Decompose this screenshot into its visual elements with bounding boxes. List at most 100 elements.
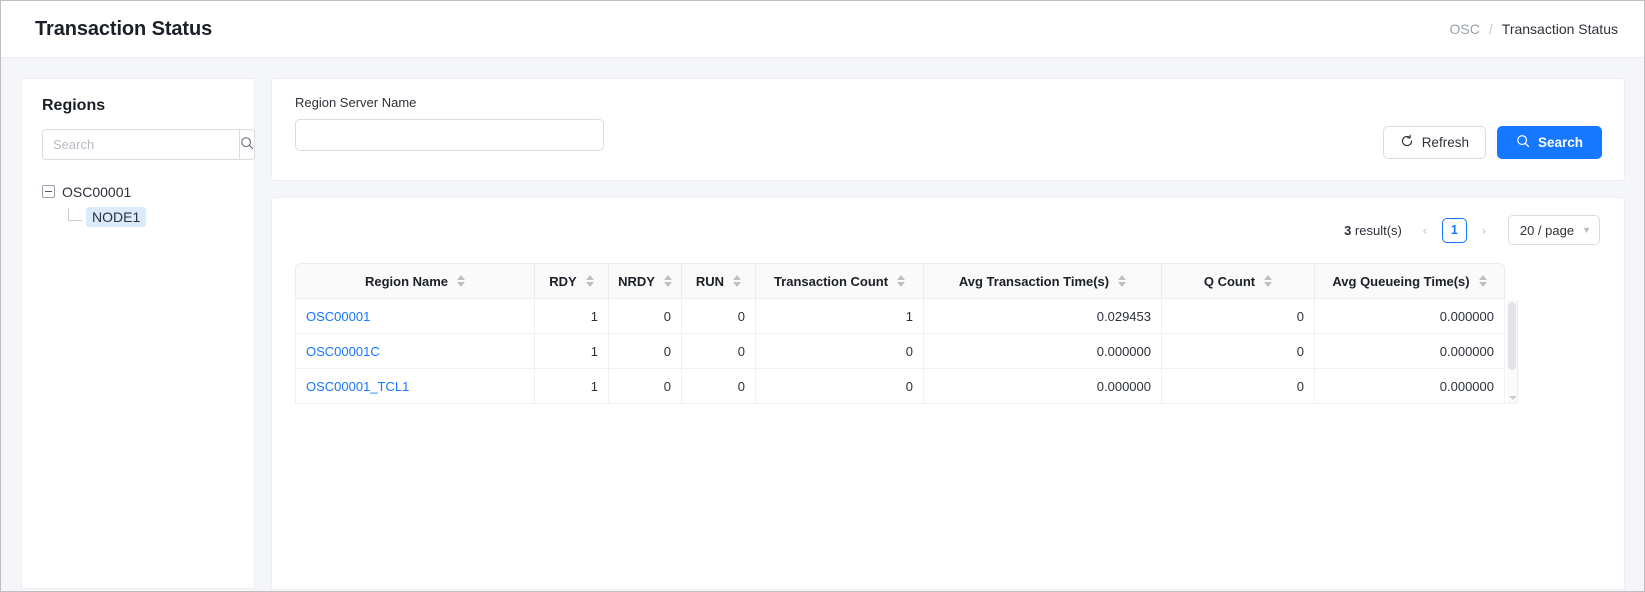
column-header-avg_q_time[interactable]: Avg Queueing Time(s): [1315, 263, 1505, 299]
sort-icon[interactable]: [1118, 275, 1126, 287]
page-header: Transaction Status OSC / Transaction Sta…: [1, 1, 1644, 58]
page-size-select[interactable]: 20 / page ▼: [1508, 215, 1600, 245]
page-body: Regions OSC00001: [1, 58, 1644, 591]
pagination: 3 result(s) ‹ 1 › 20 / page ▼: [295, 214, 1602, 246]
cell-run: 0: [682, 369, 756, 404]
column-header-rdy[interactable]: RDY: [535, 263, 609, 299]
transaction-status-table: Region Name RDY NRDY RUN Transaction Count Av…: [295, 263, 1505, 404]
refresh-button-label: Refresh: [1422, 135, 1469, 150]
cell-region_name[interactable]: OSC00001: [295, 299, 535, 334]
table-row[interactable]: OSC0000110010.02945300.000000: [295, 299, 1505, 334]
refresh-icon: [1400, 134, 1414, 151]
region-server-name-field-group: Region Server Name: [295, 95, 604, 151]
tree-node-child-label[interactable]: NODE1: [86, 207, 146, 227]
chevron-right-icon[interactable]: ›: [1477, 223, 1491, 238]
breadcrumb-current: Transaction Status: [1502, 21, 1618, 37]
column-header-txn_count[interactable]: Transaction Count: [756, 263, 924, 299]
scroll-down-arrow-icon[interactable]: [1509, 396, 1517, 400]
sort-icon[interactable]: [457, 275, 465, 287]
search-icon: [240, 136, 254, 153]
chevron-left-icon[interactable]: ‹: [1418, 223, 1432, 238]
result-count: 3 result(s): [1344, 223, 1402, 238]
table-vertical-scrollbar[interactable]: [1507, 300, 1518, 404]
minus-square-icon[interactable]: [42, 185, 55, 198]
table-scroll-container: Region Name RDY NRDY RUN Transaction Count Av…: [295, 263, 1523, 404]
region-name-link[interactable]: OSC00001C: [306, 344, 380, 359]
column-header-label: NRDY: [618, 274, 655, 289]
scrollbar-thumb[interactable]: [1508, 302, 1516, 370]
cell-avg_txn_time: 0.000000: [924, 334, 1162, 369]
cell-avg_txn_time: 0.029453: [924, 299, 1162, 334]
region-search-button[interactable]: [239, 129, 255, 160]
tree-node-root-label: OSC00001: [62, 184, 131, 200]
sort-icon[interactable]: [1264, 275, 1272, 287]
cell-avg_txn_time: 0.000000: [924, 369, 1162, 404]
column-header-region_name[interactable]: Region Name: [295, 263, 535, 299]
cell-avg_q_time: 0.000000: [1315, 299, 1505, 334]
table-row[interactable]: OSC00001_TCL110000.00000000.000000: [295, 369, 1505, 404]
breadcrumb-separator: /: [1489, 21, 1493, 37]
search-button-label: Search: [1538, 135, 1583, 150]
column-header-label: Avg Queueing Time(s): [1332, 274, 1469, 289]
region-server-name-input[interactable]: [295, 119, 604, 151]
cell-rdy: 1: [535, 299, 609, 334]
sort-icon[interactable]: [664, 275, 672, 287]
column-header-run[interactable]: RUN: [682, 263, 756, 299]
table-head: Region Name RDY NRDY RUN Transaction Count Av…: [295, 263, 1505, 299]
tree-node-root[interactable]: OSC00001: [42, 179, 234, 204]
column-header-label: Transaction Count: [774, 274, 888, 289]
cell-txn_count: 1: [756, 299, 924, 334]
region-server-name-label: Region Server Name: [295, 95, 604, 110]
column-header-avg_txn_time[interactable]: Avg Transaction Time(s): [924, 263, 1162, 299]
sidebar-title: Regions: [42, 97, 234, 115]
cell-rdy: 1: [535, 334, 609, 369]
regions-tree: OSC00001 NODE1: [42, 179, 234, 230]
breadcrumb-root[interactable]: OSC: [1450, 21, 1480, 37]
table-row[interactable]: OSC00001C10000.00000000.000000: [295, 334, 1505, 369]
column-header-q_count[interactable]: Q Count: [1162, 263, 1315, 299]
column-header-label: RUN: [696, 274, 724, 289]
cell-txn_count: 0: [756, 369, 924, 404]
results-panel: 3 result(s) ‹ 1 › 20 / page ▼: [271, 197, 1625, 590]
cell-nrdy: 0: [609, 369, 682, 404]
region-name-link[interactable]: OSC00001: [306, 309, 370, 324]
page-size-label: 20 / page: [1520, 223, 1574, 238]
transaction-status-page: Transaction Status OSC / Transaction Sta…: [0, 0, 1645, 592]
search-button[interactable]: Search: [1497, 126, 1602, 159]
column-header-label: Avg Transaction Time(s): [959, 274, 1109, 289]
sort-icon[interactable]: [1479, 275, 1487, 287]
page-number-1[interactable]: 1: [1442, 218, 1467, 243]
sort-icon[interactable]: [586, 275, 594, 287]
cell-q_count: 0: [1162, 299, 1315, 334]
table-header-row: Region Name RDY NRDY RUN Transaction Count Av…: [295, 263, 1505, 299]
cell-rdy: 1: [535, 369, 609, 404]
column-header-nrdy[interactable]: NRDY: [609, 263, 682, 299]
sort-icon[interactable]: [897, 275, 905, 287]
region-name-link[interactable]: OSC00001_TCL1: [306, 379, 409, 394]
chevron-down-icon: ▼: [1582, 226, 1591, 235]
cell-nrdy: 0: [609, 334, 682, 369]
page-title: Transaction Status: [35, 18, 212, 41]
result-count-suffix: result(s): [1351, 223, 1402, 238]
cell-avg_q_time: 0.000000: [1315, 334, 1505, 369]
main-column: Region Server Name Refresh: [271, 78, 1626, 591]
filter-actions: Refresh Search: [1383, 126, 1602, 159]
tree-node-child[interactable]: NODE1: [42, 204, 234, 230]
tree-elbow-icon: [68, 208, 82, 221]
search-icon: [1516, 134, 1530, 151]
cell-run: 0: [682, 334, 756, 369]
cell-region_name[interactable]: OSC00001_TCL1: [295, 369, 535, 404]
breadcrumb: OSC / Transaction Status: [1450, 21, 1618, 37]
cell-txn_count: 0: [756, 334, 924, 369]
cell-avg_q_time: 0.000000: [1315, 369, 1505, 404]
regions-sidebar: Regions OSC00001: [21, 78, 255, 589]
cell-nrdy: 0: [609, 299, 682, 334]
column-header-label: Region Name: [365, 274, 448, 289]
region-search-input[interactable]: [42, 129, 239, 160]
sort-icon[interactable]: [733, 275, 741, 287]
table-body: OSC0000110010.02945300.000000OSC00001C10…: [295, 299, 1505, 404]
refresh-button[interactable]: Refresh: [1383, 126, 1486, 159]
filter-panel: Region Server Name Refresh: [271, 78, 1625, 181]
sidebar-search-row: [42, 129, 234, 160]
cell-region_name[interactable]: OSC00001C: [295, 334, 535, 369]
